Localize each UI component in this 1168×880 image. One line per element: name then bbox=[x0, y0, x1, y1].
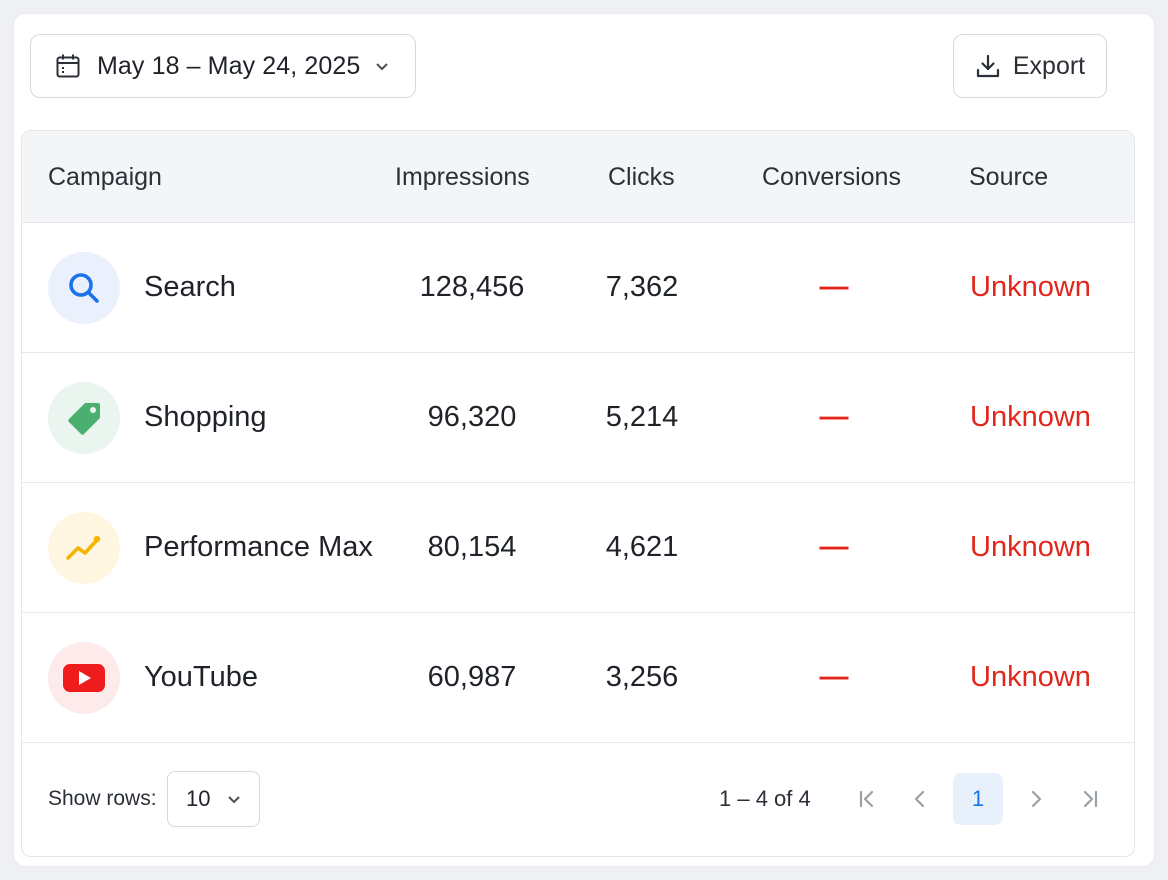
campaign-name: Shopping bbox=[144, 401, 267, 433]
source-value: Unknown bbox=[970, 401, 1091, 433]
trending-up-icon bbox=[48, 512, 120, 584]
column-header-campaign[interactable]: Campaign bbox=[48, 131, 162, 223]
campaign-table: Campaign Impressions Clicks Conversions … bbox=[21, 130, 1135, 857]
column-header-impressions[interactable]: Impressions bbox=[395, 131, 530, 223]
table-footer: Show rows: 10 1 – 4 of 4 1 bbox=[22, 742, 1134, 856]
conversions-value: — bbox=[819, 661, 849, 693]
impressions-value: 60,987 bbox=[427, 661, 517, 693]
rows-per-page-value: 10 bbox=[186, 786, 211, 811]
date-range-label: May 18 – May 24, 2025 bbox=[97, 51, 361, 80]
clicks-value: 3,256 bbox=[605, 661, 679, 693]
impressions-value: 96,320 bbox=[427, 401, 517, 433]
export-button[interactable]: Export bbox=[953, 34, 1107, 98]
campaign-name: Search bbox=[144, 271, 236, 303]
column-header-conversions[interactable]: Conversions bbox=[762, 131, 901, 223]
table-row[interactable]: Performance Max 80,154 4,621 — Unknown bbox=[22, 483, 1134, 613]
search-icon bbox=[48, 252, 120, 324]
column-header-source[interactable]: Source bbox=[969, 131, 1048, 223]
download-icon bbox=[975, 53, 1001, 79]
campaign-name: YouTube bbox=[144, 661, 258, 693]
conversions-value: — bbox=[819, 531, 849, 563]
next-page-icon[interactable] bbox=[1011, 773, 1061, 825]
conversions-value: — bbox=[819, 401, 849, 433]
calendar-icon bbox=[55, 53, 81, 79]
column-header-clicks[interactable]: Clicks bbox=[608, 131, 675, 223]
source-value: Unknown bbox=[970, 271, 1091, 303]
last-page-icon[interactable] bbox=[1065, 773, 1115, 825]
clicks-value: 5,214 bbox=[605, 401, 679, 433]
conversions-value: — bbox=[819, 271, 849, 303]
tag-icon bbox=[48, 382, 120, 454]
chevron-down-icon bbox=[373, 57, 391, 75]
youtube-play-icon bbox=[48, 642, 120, 714]
table-header: Campaign Impressions Clicks Conversions … bbox=[22, 131, 1134, 223]
table-row[interactable]: Search 128,456 7,362 — Unknown bbox=[22, 223, 1134, 353]
table-row[interactable]: YouTube 60,987 3,256 — Unknown bbox=[22, 613, 1134, 743]
impressions-value: 80,154 bbox=[427, 531, 517, 563]
impressions-value: 128,456 bbox=[419, 271, 525, 303]
campaign-name: Performance Max bbox=[144, 531, 373, 563]
source-value: Unknown bbox=[970, 531, 1091, 563]
clicks-value: 7,362 bbox=[605, 271, 679, 303]
date-range-picker[interactable]: May 18 – May 24, 2025 bbox=[30, 34, 416, 98]
rows-per-page-select[interactable]: 10 bbox=[167, 771, 260, 827]
chevron-down-icon bbox=[226, 791, 242, 807]
export-label: Export bbox=[1012, 51, 1086, 80]
table-row[interactable]: Shopping 96,320 5,214 — Unknown bbox=[22, 353, 1134, 483]
campaign-report-card: May 18 – May 24, 2025 Export Campaign Im… bbox=[14, 14, 1154, 866]
clicks-value: 4,621 bbox=[605, 531, 679, 563]
pagination-range: 1 – 4 of 4 bbox=[719, 786, 811, 811]
first-page-icon[interactable] bbox=[842, 773, 892, 825]
previous-page-icon[interactable] bbox=[895, 773, 945, 825]
page-1-button[interactable]: 1 bbox=[953, 773, 1003, 825]
show-rows-label: Show rows: bbox=[48, 787, 157, 810]
source-value: Unknown bbox=[970, 661, 1091, 693]
